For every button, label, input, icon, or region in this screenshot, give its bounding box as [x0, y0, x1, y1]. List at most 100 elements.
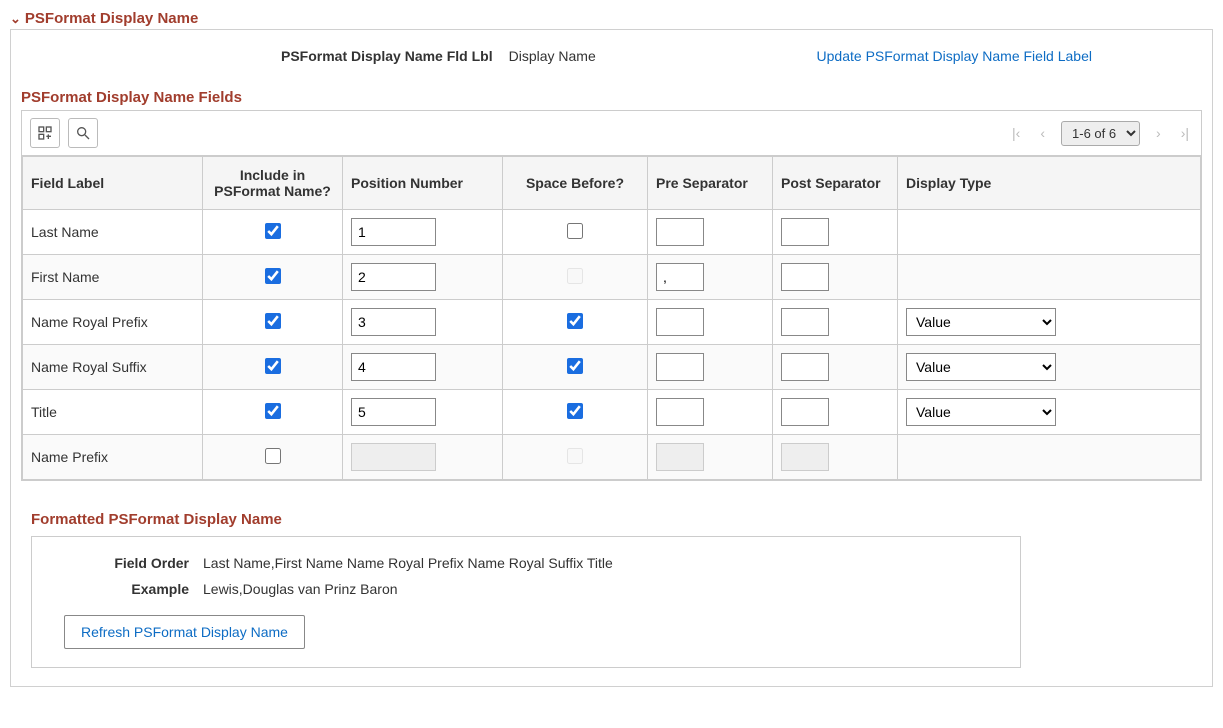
pager-first-button[interactable]: |‹	[1008, 123, 1024, 143]
include-checkbox[interactable]	[265, 268, 281, 284]
col-field-label: Field Label	[23, 157, 203, 210]
space-before-checkbox	[567, 268, 583, 284]
field-order-label: Field Order	[48, 555, 203, 571]
cell-field-label: Name Royal Prefix	[23, 300, 203, 345]
col-position: Position Number	[343, 157, 503, 210]
post-sep-input[interactable]	[781, 308, 829, 336]
cell-position	[343, 255, 503, 300]
table-row: Name Royal Prefix Value	[23, 300, 1201, 345]
field-order-value: Last Name,First Name Name Royal Prefix N…	[203, 555, 613, 571]
cell-position	[343, 210, 503, 255]
post-sep-input[interactable]	[781, 263, 829, 291]
post-sep-input[interactable]	[781, 398, 829, 426]
cell-space-before	[503, 390, 648, 435]
update-field-label-link[interactable]: Update PSFormat Display Name Field Label	[817, 48, 1092, 64]
refresh-button[interactable]: Refresh PSFormat Display Name	[64, 615, 305, 649]
cell-position	[343, 390, 503, 435]
field-lbl-value: Display Name	[509, 48, 596, 64]
col-post-sep: Post Separator	[773, 157, 898, 210]
include-checkbox[interactable]	[265, 223, 281, 239]
pre-sep-input[interactable]	[656, 308, 704, 336]
display-type-select[interactable]: Value	[906, 308, 1056, 336]
space-before-checkbox[interactable]	[567, 358, 583, 374]
cell-space-before	[503, 210, 648, 255]
display-type-select[interactable]: Value	[906, 353, 1056, 381]
position-input[interactable]	[351, 308, 436, 336]
example-label: Example	[48, 581, 203, 597]
cell-field-label: Name Prefix	[23, 435, 203, 480]
cell-pre-sep	[648, 435, 773, 480]
example-value: Lewis,Douglas van Prinz Baron	[203, 581, 398, 597]
pre-sep-input[interactable]	[656, 218, 704, 246]
fields-table: Field Label Include in PSFormat Name? Po…	[22, 156, 1201, 480]
grid-search-button[interactable]	[68, 118, 98, 148]
pre-sep-input[interactable]	[656, 353, 704, 381]
cell-display-type	[898, 435, 1201, 480]
cell-include	[203, 345, 343, 390]
cell-post-sep	[773, 390, 898, 435]
cell-pre-sep	[648, 300, 773, 345]
post-sep-input[interactable]	[781, 218, 829, 246]
include-checkbox[interactable]	[265, 313, 281, 329]
pre-sep-input[interactable]	[656, 263, 704, 291]
cell-space-before	[503, 435, 648, 480]
grid-title: PSFormat Display Name Fields	[21, 89, 1202, 106]
header-row: PSFormat Display Name Fld Lbl Display Na…	[21, 48, 1202, 64]
grid: |‹ ‹ 1-6 of 6 › ›| Field Label Include i…	[21, 110, 1202, 481]
position-input[interactable]	[351, 263, 436, 291]
include-checkbox[interactable]	[265, 358, 281, 374]
cell-field-label: Name Royal Suffix	[23, 345, 203, 390]
cell-post-sep	[773, 345, 898, 390]
cell-pre-sep	[648, 390, 773, 435]
grid-icon	[37, 125, 53, 141]
position-input[interactable]	[351, 353, 436, 381]
pager: |‹ ‹ 1-6 of 6 › ›|	[1008, 121, 1193, 146]
post-sep-input[interactable]	[781, 353, 829, 381]
search-icon	[75, 125, 91, 141]
pager-prev-button[interactable]: ‹	[1036, 123, 1049, 143]
cell-space-before	[503, 300, 648, 345]
formatted-box: Field Order Last Name,First Name Name Ro…	[31, 536, 1021, 668]
include-checkbox[interactable]	[265, 448, 281, 464]
cell-space-before	[503, 345, 648, 390]
table-row: Last Name	[23, 210, 1201, 255]
cell-post-sep	[773, 435, 898, 480]
pager-range-select[interactable]: 1-6 of 6	[1061, 121, 1140, 146]
grid-settings-button[interactable]	[30, 118, 60, 148]
cell-field-label: First Name	[23, 255, 203, 300]
section-title-text: PSFormat Display Name	[25, 10, 198, 27]
cell-post-sep	[773, 300, 898, 345]
space-before-checkbox[interactable]	[567, 223, 583, 239]
pager-next-button[interactable]: ›	[1152, 123, 1165, 143]
section-header[interactable]: ⌄ PSFormat Display Name	[10, 10, 1213, 27]
cell-position	[343, 300, 503, 345]
pager-last-button[interactable]: ›|	[1177, 123, 1193, 143]
space-before-checkbox[interactable]	[567, 403, 583, 419]
post-sep-input	[781, 443, 829, 471]
cell-pre-sep	[648, 255, 773, 300]
table-row: Name Royal Suffix Value	[23, 345, 1201, 390]
space-before-checkbox[interactable]	[567, 313, 583, 329]
cell-post-sep	[773, 210, 898, 255]
include-checkbox[interactable]	[265, 403, 281, 419]
cell-display-type: Value	[898, 390, 1201, 435]
col-display-type: Display Type	[898, 157, 1201, 210]
cell-display-type: Value	[898, 345, 1201, 390]
pre-sep-input[interactable]	[656, 398, 704, 426]
table-row: Name Prefix	[23, 435, 1201, 480]
cell-include	[203, 435, 343, 480]
space-before-checkbox	[567, 448, 583, 464]
cell-display-type	[898, 255, 1201, 300]
table-row: First Name	[23, 255, 1201, 300]
cell-pre-sep	[648, 210, 773, 255]
formatted-title: Formatted PSFormat Display Name	[31, 511, 1202, 528]
position-input[interactable]	[351, 218, 436, 246]
display-type-select[interactable]: Value	[906, 398, 1056, 426]
col-pre-sep: Pre Separator	[648, 157, 773, 210]
panel: PSFormat Display Name Fld Lbl Display Na…	[10, 29, 1213, 687]
grid-toolbar: |‹ ‹ 1-6 of 6 › ›|	[22, 111, 1201, 156]
cell-display-type	[898, 210, 1201, 255]
cell-display-type: Value	[898, 300, 1201, 345]
position-input[interactable]	[351, 398, 436, 426]
formatted-section: Formatted PSFormat Display Name Field Or…	[21, 511, 1202, 668]
